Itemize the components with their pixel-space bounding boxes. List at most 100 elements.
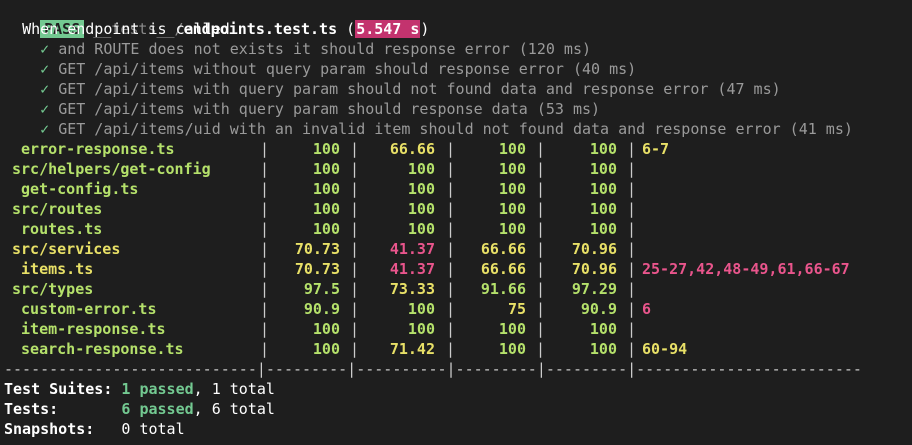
tests-label: Tests: xyxy=(4,400,122,418)
column-divider: | xyxy=(536,200,546,218)
terminal-output: PASS __tests__/endpoints.test.ts (5.547 … xyxy=(4,0,908,439)
test-file-header: PASS __tests__/endpoints.test.ts (5.547 … xyxy=(4,0,908,38)
coverage-uncovered-lines: 60-94 xyxy=(642,340,688,358)
column-divider: | xyxy=(446,220,456,238)
coverage-file-name: items.ts xyxy=(12,260,94,278)
column-divider: | xyxy=(536,280,546,298)
coverage-branch: 100 xyxy=(407,180,435,198)
coverage-stmts: 70.73 xyxy=(294,240,340,258)
describe-block-title: When endpoint is called xyxy=(4,19,908,39)
column-divider: | xyxy=(446,300,456,318)
coverage-stmts: 90.9 xyxy=(303,300,340,318)
coverage-table: error-response.ts | | | | | 100 66.66 100 100 6-7 s… xyxy=(4,139,908,359)
column-divider: | xyxy=(446,240,456,258)
coverage-file-name: src/services xyxy=(12,240,121,258)
column-divider: | xyxy=(627,180,637,198)
column-divider: | xyxy=(350,160,360,178)
coverage-funcs: 100 xyxy=(498,140,526,158)
column-divider: | xyxy=(627,320,637,338)
coverage-lines: 100 xyxy=(589,140,617,158)
column-divider: | xyxy=(260,140,270,158)
coverage-lines: 97.29 xyxy=(571,280,617,298)
check-icon: ✓ xyxy=(40,120,50,138)
column-divider: | xyxy=(627,140,637,158)
column-divider: | xyxy=(350,240,360,258)
column-divider: | xyxy=(350,220,360,238)
column-divider: | xyxy=(350,320,360,338)
column-divider: | xyxy=(350,200,360,218)
coverage-funcs: 91.66 xyxy=(480,280,526,298)
column-divider: | xyxy=(260,200,270,218)
coverage-uncovered-lines: 6 xyxy=(642,300,652,318)
column-divider: | xyxy=(627,340,637,358)
column-divider: | xyxy=(350,260,360,278)
column-divider: | xyxy=(446,260,456,278)
suites-label: Test Suites: xyxy=(4,380,122,398)
column-divider: | xyxy=(260,220,270,238)
coverage-stmts: 100 xyxy=(312,220,340,238)
coverage-file-name: src/routes xyxy=(12,200,103,218)
column-divider: | xyxy=(446,200,456,218)
test-result-label: and ROUTE does not exists it should resp… xyxy=(58,40,592,58)
coverage-row: item-response.ts | | | | | 100 100 100 100 xyxy=(4,319,908,339)
coverage-branch: 100 xyxy=(407,320,435,338)
column-divider: | xyxy=(536,260,546,278)
test-result-label: GET /api/items/uid with an invalid item … xyxy=(58,120,853,138)
column-divider: | xyxy=(260,160,270,178)
column-divider: | xyxy=(536,320,546,338)
test-result-label: GET /api/items without query param shoul… xyxy=(58,60,637,78)
coverage-uncovered-lines: 25-27,42,48-49,61,66-67 xyxy=(642,260,850,278)
column-divider: | xyxy=(627,200,637,218)
coverage-funcs: 100 xyxy=(498,160,526,178)
column-divider: | xyxy=(536,220,546,238)
coverage-row: custom-error.ts | | | | | 90.9 100 75 90.9 6 xyxy=(4,299,908,319)
check-icon: ✓ xyxy=(40,100,50,118)
column-divider: | xyxy=(536,340,546,358)
column-divider: | xyxy=(260,320,270,338)
check-icon: ✓ xyxy=(40,60,50,78)
test-result-label: GET /api/items with query param should r… xyxy=(58,100,601,118)
tests-passed: 6 passed xyxy=(121,400,194,418)
coverage-lines: 100 xyxy=(589,340,617,358)
column-divider: | xyxy=(350,340,360,358)
column-divider: | xyxy=(260,240,270,258)
coverage-stmts: 100 xyxy=(312,200,340,218)
column-divider: | xyxy=(627,240,637,258)
column-divider: | xyxy=(350,280,360,298)
coverage-lines: 100 xyxy=(589,220,617,238)
column-divider: | xyxy=(536,300,546,318)
suites-total: , 1 total xyxy=(193,380,275,398)
coverage-stmts: 100 xyxy=(312,340,340,358)
coverage-table-separator: ----------------------------|---------|-… xyxy=(4,360,862,378)
coverage-funcs: 100 xyxy=(498,220,526,238)
check-icon: ✓ xyxy=(40,80,50,98)
coverage-row: get-config.ts | | | | | 100 100 100 100 xyxy=(4,179,908,199)
coverage-branch: 100 xyxy=(407,220,435,238)
suites-passed: 1 passed xyxy=(121,380,194,398)
coverage-lines: 100 xyxy=(589,320,617,338)
test-result-row: ✓ GET /api/items with query param should… xyxy=(4,79,908,99)
coverage-branch: 100 xyxy=(407,200,435,218)
column-divider: | xyxy=(350,300,360,318)
coverage-row: src/services | | | | | 70.73 41.37 66.66 70.96 xyxy=(4,239,908,259)
test-result-row: ✓ and ROUTE does not exists it should re… xyxy=(4,39,908,59)
coverage-stmts: 100 xyxy=(312,160,340,178)
coverage-file-name: get-config.ts xyxy=(12,180,139,198)
coverage-funcs: 100 xyxy=(498,180,526,198)
coverage-file-name: item-response.ts xyxy=(12,320,166,338)
column-divider: | xyxy=(536,240,546,258)
summary-test-suites: Test Suites: 1 passed, 1 total xyxy=(4,379,908,399)
column-divider: | xyxy=(446,340,456,358)
check-icon: ✓ xyxy=(40,40,50,58)
coverage-lines: 100 xyxy=(589,180,617,198)
coverage-file-name: search-response.ts xyxy=(12,340,184,358)
coverage-file-name: src/helpers/get-config xyxy=(12,160,211,178)
column-divider: | xyxy=(536,180,546,198)
coverage-file-name: routes.ts xyxy=(12,220,103,238)
snapshots-total: 0 total xyxy=(121,420,185,438)
coverage-row: routes.ts | | | | | 100 100 100 100 xyxy=(4,219,908,239)
column-divider: | xyxy=(260,340,270,358)
column-divider: | xyxy=(627,260,637,278)
coverage-funcs: 75 xyxy=(507,300,526,318)
coverage-file-name: error-response.ts xyxy=(12,140,175,158)
